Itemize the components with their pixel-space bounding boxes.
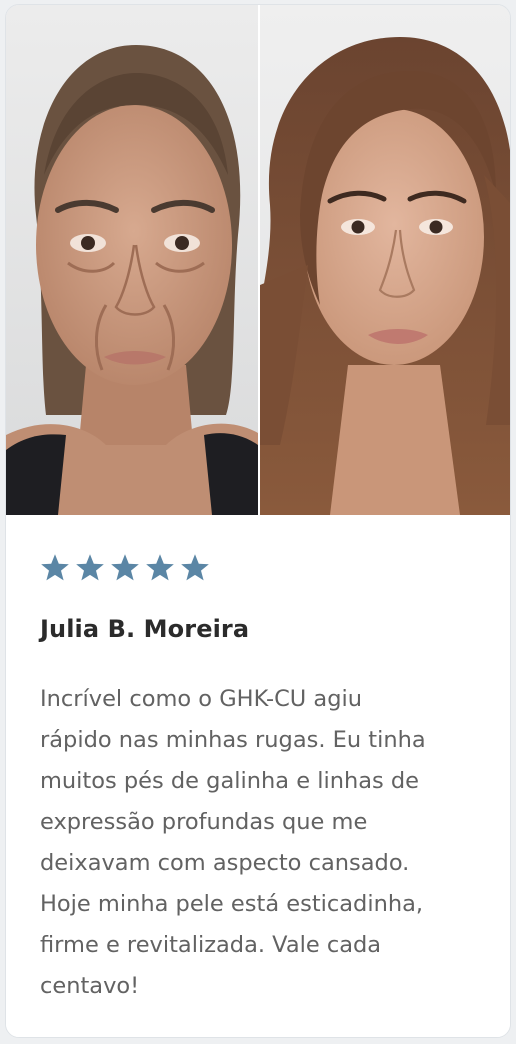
before-photo (6, 5, 258, 515)
star-icon (39, 553, 71, 583)
review-body: Julia B. Moreira Incrível como o GHK-CU … (6, 515, 510, 1037)
after-photo (260, 5, 510, 515)
star-rating (39, 553, 211, 583)
star-icon (179, 553, 211, 583)
review-text: Incrível como o GHK-CU agiu rápido nas m… (40, 686, 426, 999)
before-after-photos (6, 5, 510, 515)
star-icon (74, 553, 106, 583)
star-icon (144, 553, 176, 583)
star-icon (109, 553, 141, 583)
review-card: Julia B. Moreira Incrível como o GHK-CU … (5, 4, 511, 1038)
reviewer-name: Julia B. Moreira (40, 615, 250, 643)
